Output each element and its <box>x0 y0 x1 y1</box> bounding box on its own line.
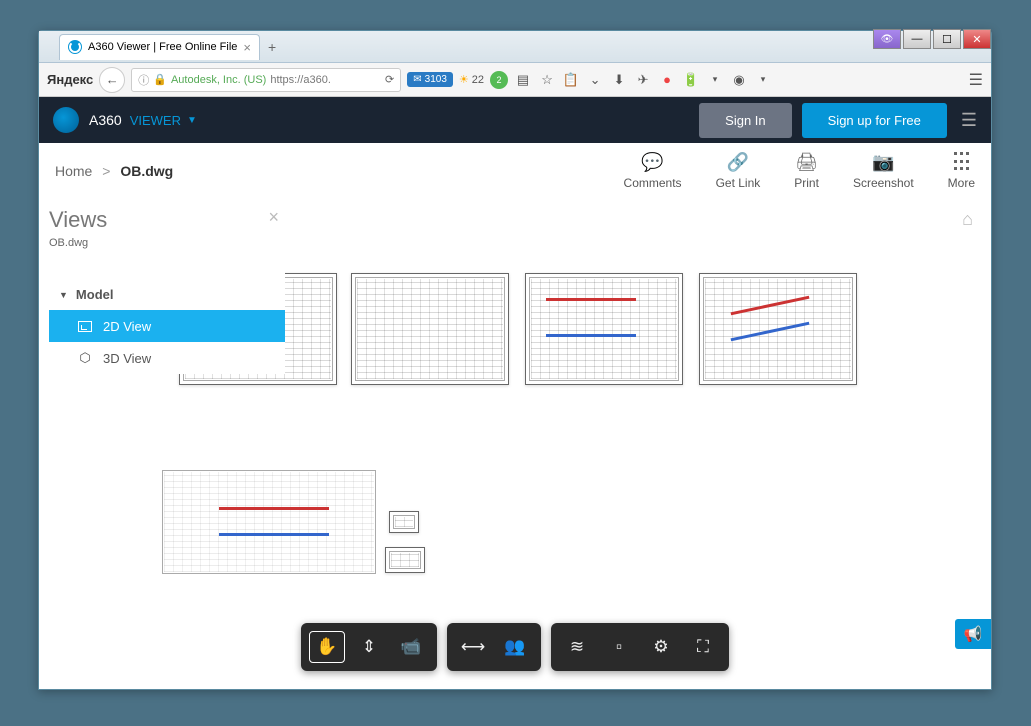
breadcrumb-separator: > <box>102 163 110 179</box>
toolbar-icon[interactable]: 2 <box>490 71 508 89</box>
cert-label: Autodesk, Inc. (US) <box>171 74 266 86</box>
pan-tool[interactable]: ✋ <box>309 631 345 663</box>
signin-button[interactable]: Sign In <box>699 103 791 138</box>
drawing-sheet <box>159 467 379 577</box>
views-panel: × Views OB.dwg ▼ Model 2D View 3D View <box>49 207 285 374</box>
action-bar: Home > OB.dwg 💬 Comments 🔗 Get Link 🖨 Pr… <box>39 143 991 199</box>
screenshot-button[interactable]: 📷 Screenshot <box>853 152 914 190</box>
minimize-button[interactable] <box>903 29 931 49</box>
browser-menu-icon[interactable]: ☰ <box>969 70 983 90</box>
star-icon[interactable]: ☆ <box>538 71 556 89</box>
back-button[interactable]: ← <box>99 67 125 93</box>
info-icon: ⓘ <box>138 72 149 88</box>
send-icon[interactable]: ✈ <box>634 71 652 89</box>
toolbar-icon[interactable]: ◉ <box>730 71 748 89</box>
feedback-button[interactable]: 📢 <box>955 619 991 649</box>
favicon-icon <box>68 40 82 54</box>
camera-tool[interactable]: 📹 <box>393 631 429 663</box>
settings-tool[interactable]: ⚙ <box>643 631 679 663</box>
url-text: https://a360. <box>270 74 381 86</box>
comment-icon: 💬 <box>641 152 663 172</box>
measure-tool[interactable]: ⟷ <box>455 631 491 663</box>
breadcrumb: Home > OB.dwg <box>55 163 173 179</box>
markup-tool[interactable]: 👥 <box>497 631 533 663</box>
breadcrumb-current: OB.dwg <box>120 163 173 179</box>
browser-window: A360 Viewer | Free Online File × + Яндек… <box>38 30 992 690</box>
getlink-button[interactable]: 🔗 Get Link <box>716 152 761 190</box>
chevron-down-icon[interactable]: ▾ <box>754 71 772 89</box>
viewer-toolbar: ✋ ⇕ 📹 ⟷ 👥 ≋ ▫ ⚙ ⛶ <box>301 623 729 671</box>
view3d-icon <box>77 350 93 366</box>
a360-logo-icon[interactable] <box>53 107 79 133</box>
view-3d-item[interactable]: 3D View <box>49 342 285 374</box>
views-filename: OB.dwg <box>49 237 285 249</box>
reload-icon[interactable]: ⟳ <box>385 73 394 86</box>
close-panel-icon[interactable]: × <box>268 207 279 228</box>
toolbar-icon[interactable]: ● <box>658 71 676 89</box>
more-button[interactable]: More <box>948 152 975 190</box>
browser-tab[interactable]: A360 Viewer | Free Online File × <box>59 34 260 60</box>
tab-close-icon[interactable]: × <box>243 40 251 55</box>
app-header: A360 VIEWER ▼ Sign In Sign up for Free ☰ <box>39 97 991 143</box>
maximize-button[interactable] <box>933 29 961 49</box>
fit-tool[interactable]: ⇕ <box>351 631 387 663</box>
home-icon[interactable]: ⌂ <box>962 209 973 230</box>
view2d-icon <box>77 318 93 334</box>
properties-tool[interactable]: ▫ <box>601 631 637 663</box>
mail-badge[interactable]: ✉ 3103 <box>407 72 453 87</box>
print-icon: 🖨 <box>795 152 818 172</box>
clipboard-icon[interactable]: 📋 <box>562 71 580 89</box>
battery-icon[interactable]: 🔋 <box>682 71 700 89</box>
download-icon[interactable]: ⬇ <box>610 71 628 89</box>
chevron-down-icon[interactable]: ▼ <box>187 115 197 126</box>
caret-down-icon: ▼ <box>59 290 68 300</box>
search-engine-label[interactable]: Яндекс <box>47 72 93 87</box>
drawing-sheet <box>385 547 425 573</box>
link-icon: 🔗 <box>727 152 749 172</box>
content-area: ⌂ × Views OB.dwg ▼ Model 2D View 3D View <box>39 199 991 689</box>
toolbar-icon[interactable]: ▤ <box>514 71 532 89</box>
grid-icon <box>954 152 969 172</box>
titlebar: A360 Viewer | Free Online File × + <box>39 31 991 63</box>
camera-icon: 📷 <box>872 152 894 172</box>
pocket-icon[interactable]: ⌄ <box>586 71 604 89</box>
toolbar-group-nav: ✋ ⇕ 📹 <box>301 623 437 671</box>
extension-button[interactable] <box>873 29 901 49</box>
address-bar: Яндекс ← ⓘ 🔒 Autodesk, Inc. (US) https:/… <box>39 63 991 97</box>
comments-button[interactable]: 💬 Comments <box>624 152 682 190</box>
drawing-sheet <box>351 273 509 385</box>
toolbar-group-measure: ⟷ 👥 <box>447 623 541 671</box>
lock-icon: 🔒 <box>153 73 167 86</box>
chevron-down-icon[interactable]: ▾ <box>706 71 724 89</box>
drawing-sheet <box>525 273 683 385</box>
weather-widget[interactable]: ☀22 <box>459 73 484 86</box>
url-input[interactable]: ⓘ 🔒 Autodesk, Inc. (US) https://a360. ⟳ <box>131 68 401 92</box>
layers-tool[interactable]: ≋ <box>559 631 595 663</box>
signup-button[interactable]: Sign up for Free <box>802 103 947 138</box>
close-window-button[interactable] <box>963 29 991 49</box>
tab-title: A360 Viewer | Free Online File <box>88 41 237 53</box>
toolbar-group-settings: ≋ ▫ ⚙ ⛶ <box>551 623 729 671</box>
app-mode[interactable]: VIEWER <box>130 113 181 128</box>
view-2d-item[interactable]: 2D View <box>49 310 285 342</box>
fullscreen-tool[interactable]: ⛶ <box>685 631 721 663</box>
app-brand: A360 <box>89 112 122 128</box>
drawing-sheet <box>699 273 857 385</box>
views-title: Views <box>49 207 285 233</box>
app-menu-icon[interactable]: ☰ <box>961 110 977 131</box>
drawing-sheet <box>389 511 419 533</box>
print-button[interactable]: 🖨 Print <box>794 152 819 190</box>
breadcrumb-home[interactable]: Home <box>55 163 92 179</box>
tree-node-model[interactable]: ▼ Model <box>49 279 285 310</box>
new-tab-button[interactable]: + <box>268 39 276 55</box>
